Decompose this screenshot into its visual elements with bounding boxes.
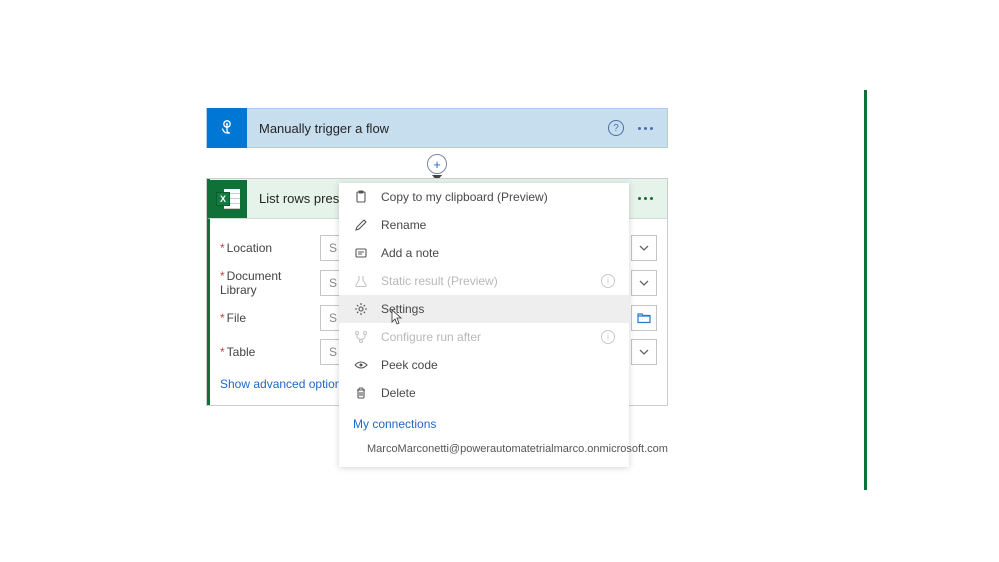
- menu-item-settings[interactable]: Settings: [339, 295, 629, 323]
- help-icon[interactable]: ?: [608, 120, 624, 136]
- show-advanced-label: Show advanced options: [220, 377, 347, 391]
- excel-action-icon: X: [209, 180, 247, 218]
- note-icon: [353, 245, 369, 261]
- menu-label: Rename: [381, 218, 426, 232]
- trash-icon: [353, 385, 369, 401]
- menu-item-copy[interactable]: Copy to my clipboard (Preview): [339, 183, 629, 211]
- label-file: File: [220, 311, 320, 325]
- action-context-menu: Copy to my clipboard (Preview) Rename Ad…: [339, 183, 629, 467]
- trigger-more-button[interactable]: [638, 127, 653, 130]
- menu-item-peek-code[interactable]: Peek code: [339, 351, 629, 379]
- gear-icon: [353, 301, 369, 317]
- eye-icon: [353, 357, 369, 373]
- info-icon: i: [601, 274, 615, 288]
- page-accent-border: [864, 90, 867, 490]
- branch-icon: [353, 329, 369, 345]
- menu-label: Add a note: [381, 246, 439, 260]
- clipboard-icon: [353, 189, 369, 205]
- label-location: Location: [220, 241, 320, 255]
- trigger-icon: [207, 108, 247, 148]
- add-step-connector: +: [206, 148, 668, 178]
- menu-connection-item[interactable]: MarcoMarconetti@powerautomatetrialmarco.…: [339, 437, 629, 467]
- pencil-icon: [353, 217, 369, 233]
- flask-icon: [353, 273, 369, 289]
- menu-label: Static result (Preview): [381, 274, 498, 288]
- menu-label: Configure run after: [381, 330, 481, 344]
- chevron-down-icon[interactable]: [631, 270, 657, 296]
- connection-email: MarcoMarconetti@powerautomatetrialmarco.…: [367, 443, 668, 455]
- info-icon: i: [601, 330, 615, 344]
- menu-item-configure-run-after: Configure run after i: [339, 323, 629, 351]
- menu-item-static-result: Static result (Preview) i: [339, 267, 629, 295]
- menu-item-delete[interactable]: Delete: [339, 379, 629, 407]
- menu-label: Copy to my clipboard (Preview): [381, 190, 548, 204]
- menu-item-add-note[interactable]: Add a note: [339, 239, 629, 267]
- folder-icon[interactable]: [631, 305, 657, 331]
- menu-connections-header: My connections: [339, 407, 629, 437]
- menu-label: Peek code: [381, 358, 438, 372]
- menu-label: Delete: [381, 386, 416, 400]
- chevron-down-icon[interactable]: [631, 339, 657, 365]
- chevron-down-icon[interactable]: [631, 235, 657, 261]
- label-document-library: Document Library: [220, 269, 320, 297]
- menu-item-rename[interactable]: Rename: [339, 211, 629, 239]
- action-more-button[interactable]: [638, 197, 667, 200]
- trigger-card-manually[interactable]: Manually trigger a flow ?: [206, 108, 668, 148]
- touch-icon: [217, 118, 237, 138]
- label-table: Table: [220, 345, 320, 359]
- trigger-title: Manually trigger a flow: [259, 121, 608, 136]
- add-step-button[interactable]: +: [427, 154, 447, 174]
